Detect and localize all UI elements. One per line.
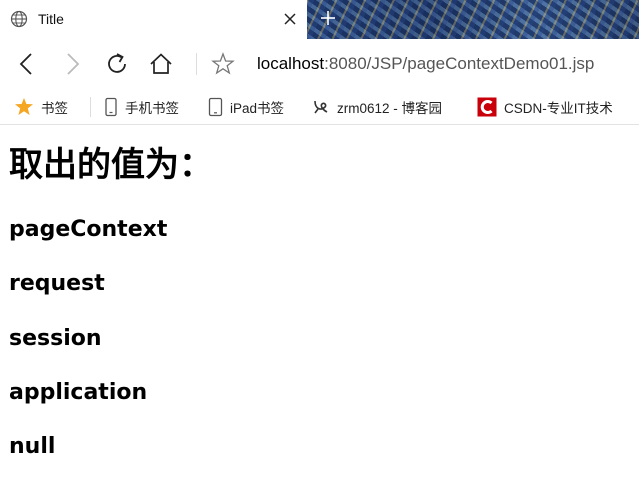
tablet-icon: [208, 97, 223, 117]
bookmark-star[interactable]: 书签: [14, 96, 68, 118]
url-host: localhost: [257, 54, 325, 73]
new-tab-icon[interactable]: [318, 8, 338, 28]
bookmarks-bar: 书签 手机书签 iPad书签 zrm0612 - 博客园 CSDN-专业IT技术: [0, 89, 639, 125]
bookmark-mobile[interactable]: 手机书签: [104, 96, 179, 118]
star-outline-icon[interactable]: [210, 51, 236, 77]
nav-divider: [196, 53, 197, 75]
value-line: pageContext: [9, 217, 168, 242]
tab-strip: Title: [0, 0, 639, 39]
navigation-bar: localhost:8080/JSP/pageContextDemo01.jsp: [0, 39, 639, 89]
page-heading: 取出的值为：: [9, 145, 213, 185]
bookmark-label: 书签: [41, 101, 68, 116]
browser-tab[interactable]: Title: [0, 0, 307, 39]
value-line: null: [9, 434, 56, 459]
url-path: :8080/JSP/pageContextDemo01.jsp: [324, 54, 595, 73]
globe-icon: [10, 10, 28, 28]
tab-title: Title: [38, 11, 64, 27]
home-icon[interactable]: [148, 51, 174, 77]
forward-icon[interactable]: [59, 51, 85, 77]
star-icon: [15, 98, 33, 115]
phone-icon: [105, 97, 117, 117]
browser-theme-background: [300, 0, 639, 39]
close-icon[interactable]: [281, 10, 299, 28]
bookmark-label: zrm0612 - 博客园: [337, 101, 443, 116]
cnblogs-icon: [314, 100, 328, 114]
bookmark-ipad[interactable]: iPad书签: [208, 96, 284, 118]
csdn-icon: [477, 97, 497, 117]
bookmark-label: 手机书签: [125, 101, 179, 116]
back-icon[interactable]: [14, 51, 40, 77]
value-line: session: [9, 326, 102, 351]
bookmark-cnblogs[interactable]: zrm0612 - 博客园: [312, 96, 442, 118]
bookmark-label: iPad书签: [230, 101, 285, 116]
address-bar[interactable]: localhost:8080/JSP/pageContextDemo01.jsp: [257, 53, 594, 75]
refresh-icon[interactable]: [104, 51, 130, 77]
bookmarks-divider: [90, 97, 91, 117]
value-line: application: [9, 380, 148, 405]
value-line: request: [9, 271, 105, 296]
bookmark-csdn[interactable]: CSDN-专业IT技术: [477, 96, 613, 118]
bookmark-label: CSDN-专业IT技术: [504, 101, 613, 116]
